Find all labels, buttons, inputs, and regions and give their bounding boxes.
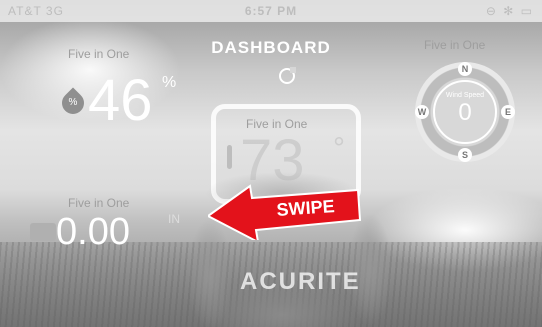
humidity-drop-icon: % [57,87,89,119]
humidity-sensor-label: Five in One [68,47,130,61]
status-icons: ⊖ ✻ ▭ [485,4,534,18]
refresh-icon[interactable] [279,67,296,84]
swipe-arrow-icon: SWIPE [208,184,362,240]
temperature-unit: ° [333,132,345,165]
rain-sensor-label: Five in One [68,196,130,210]
clock: 6:57 PM [244,4,298,18]
wind-speed-value: 0 [458,99,472,126]
rain-value: 0.00 [56,211,130,253]
rain-gauge-icon [30,223,56,241]
compass-icon: N E S W Wind Speed 0 [415,62,515,162]
compass-south: S [458,148,472,162]
humidity-unit: % [162,74,177,91]
compass-north: N [458,62,472,76]
humidity-value: 46 [88,68,153,133]
dashboard-screen[interactable]: AT&T 3G 6:57 PM ⊖ ✻ ▭ DASHBOARD Five in … [0,0,542,327]
wind-sensor-label: Five in One [424,38,486,52]
swipe-label: SWIPE [276,196,335,220]
brand-watermark: ACURITE [240,268,361,295]
wind-speed-label: Wind Speed [445,92,485,99]
status-bar: AT&T 3G 6:57 PM ⊖ ✻ ▭ [0,0,542,22]
